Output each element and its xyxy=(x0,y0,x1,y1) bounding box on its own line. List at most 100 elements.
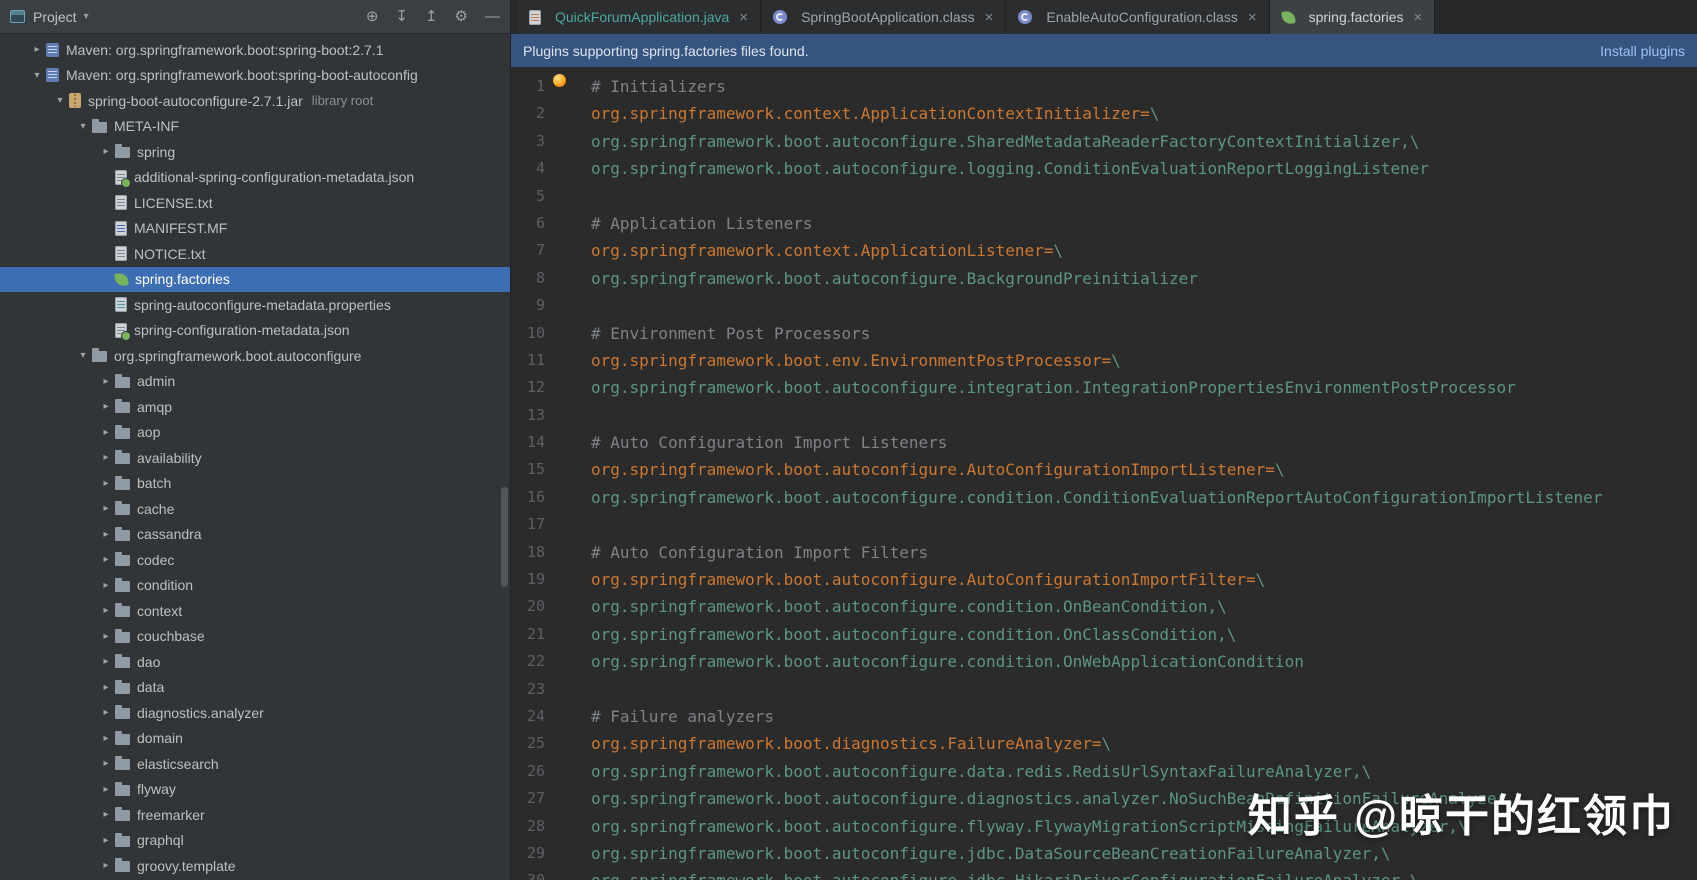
chevron-right-icon[interactable]: ▸ xyxy=(97,401,115,412)
code-line-19[interactable]: 19 org.springframework.boot.autoconfigure… xyxy=(511,566,1697,593)
tree-item-dao[interactable]: ▸ dao xyxy=(0,649,510,675)
chevron-down-icon[interactable]: ▾ xyxy=(51,95,69,106)
tree-item-spring[interactable]: ▸ spring xyxy=(0,139,510,165)
tree-item-META-INF[interactable]: ▾ META-INF xyxy=(0,114,510,140)
code-line-12[interactable]: 12 org.springframework.boot.autoconfigure… xyxy=(511,374,1697,401)
tab-spring.factories[interactable]: spring.factories × xyxy=(1269,0,1436,34)
tree-item-spring-autoconfigure-metadata.properties[interactable]: spring-autoconfigure-metadata.properties xyxy=(0,292,510,318)
chevron-right-icon[interactable]: ▸ xyxy=(97,478,115,489)
chevron-right-icon[interactable]: ▸ xyxy=(97,146,115,157)
chevron-right-icon[interactable]: ▸ xyxy=(97,554,115,565)
chevron-right-icon[interactable]: ▸ xyxy=(97,452,115,463)
code-line-16[interactable]: 16 org.springframework.boot.autoconfigure… xyxy=(511,484,1697,511)
close-icon[interactable]: × xyxy=(1248,10,1257,25)
close-icon[interactable]: × xyxy=(985,10,994,25)
code-line-5[interactable]: 5 xyxy=(511,183,1697,210)
chevron-right-icon[interactable]: ▸ xyxy=(97,707,115,718)
tree-item-LICENSE.txt[interactable]: LICENSE.txt xyxy=(0,190,510,216)
chevron-right-icon[interactable]: ▸ xyxy=(97,503,115,514)
chevron-right-icon[interactable]: ▸ xyxy=(97,784,115,795)
chevron-right-icon[interactable]: ▸ xyxy=(97,835,115,846)
code-line-30[interactable]: 30 org.springframework.boot.autoconfigure… xyxy=(511,867,1697,880)
intention-bulb-icon[interactable] xyxy=(553,74,566,87)
tree-item-data[interactable]: ▸ data xyxy=(0,675,510,701)
chevron-right-icon[interactable]: ▸ xyxy=(97,809,115,820)
chevron-right-icon[interactable]: ▸ xyxy=(97,733,115,744)
project-panel-title[interactable]: Project xyxy=(33,9,77,25)
code-line-29[interactable]: 29 org.springframework.boot.autoconfigure… xyxy=(511,840,1697,867)
collapse-all-icon[interactable]: ↥ xyxy=(425,9,438,24)
tree-item-aop[interactable]: ▸ aop xyxy=(0,420,510,446)
code-line-24[interactable]: 24 # Failure analyzers xyxy=(511,703,1697,730)
tree-item-NOTICE.txt[interactable]: NOTICE.txt xyxy=(0,241,510,267)
chevron-right-icon[interactable]: ▸ xyxy=(97,427,115,438)
chevron-right-icon[interactable]: ▸ xyxy=(97,656,115,667)
tree-item-amqp[interactable]: ▸ amqp xyxy=(0,394,510,420)
code-line-2[interactable]: 2 org.springframework.context.Application… xyxy=(511,74,1697,127)
code-line-1[interactable]: 1 # Initializers xyxy=(511,73,1697,100)
code-line-8[interactable]: 8 org.springframework.boot.autoconfigure.… xyxy=(511,265,1697,292)
tree-item-condition[interactable]: ▸ condition xyxy=(0,573,510,599)
tree-item-org.springframework.boot.autoconfigure[interactable]: ▾ org.springframework.boot.autoconfigure xyxy=(0,343,510,369)
close-icon[interactable]: × xyxy=(1414,10,1423,25)
code-line-4[interactable]: 4 org.springframework.boot.autoconfigure.… xyxy=(511,155,1697,182)
code-line-22[interactable]: 22 org.springframework.boot.autoconfigure… xyxy=(511,648,1697,675)
chevron-right-icon[interactable]: ▸ xyxy=(97,605,115,616)
tree-item-graphql[interactable]: ▸ graphql xyxy=(0,828,510,854)
install-plugins-link[interactable]: Install plugins xyxy=(1600,43,1685,59)
code-line-9[interactable]: 9 xyxy=(511,292,1697,319)
tree-item-admin[interactable]: ▸ admin xyxy=(0,369,510,395)
code-line-25[interactable]: 25 org.springframework.boot.diagnostics.F… xyxy=(511,730,1697,757)
tree-item-flyway[interactable]: ▸ flyway xyxy=(0,777,510,803)
code-line-14[interactable]: 14 # Auto Configuration Import Listeners xyxy=(511,429,1697,456)
chevron-right-icon[interactable]: ▸ xyxy=(97,376,115,387)
settings-gear-icon[interactable]: ⚙ xyxy=(455,9,468,24)
scroll-down-icon[interactable]: ↧ xyxy=(395,9,408,24)
code-line-18[interactable]: 18 # Auto Configuration Import Filters xyxy=(511,539,1697,566)
tab-EnableAutoConfiguration.class[interactable]: EnableAutoConfiguration.class × xyxy=(1006,0,1270,34)
chevron-right-icon[interactable]: ▸ xyxy=(28,44,46,55)
code-line-7[interactable]: 7 org.springframework.context.Application… xyxy=(511,237,1697,264)
code-line-3[interactable]: 3 org.springframework.boot.autoconfigure.… xyxy=(511,128,1697,155)
chevron-right-icon[interactable]: ▸ xyxy=(97,631,115,642)
code-line-23[interactable]: 23 xyxy=(511,676,1697,703)
chevron-down-icon[interactable]: ▾ xyxy=(84,11,89,22)
tree-item-codec[interactable]: ▸ codec xyxy=(0,547,510,573)
locate-file-icon[interactable]: ⊕ xyxy=(366,9,379,24)
tree-item-elasticsearch[interactable]: ▸ elasticsearch xyxy=(0,751,510,777)
tree-item-batch[interactable]: ▸ batch xyxy=(0,471,510,497)
chevron-right-icon[interactable]: ▸ xyxy=(97,580,115,591)
chevron-right-icon[interactable]: ▸ xyxy=(97,529,115,540)
tree-item-domain[interactable]: ▸ domain xyxy=(0,726,510,752)
hide-panel-icon[interactable]: — xyxy=(485,9,500,24)
code-line-11[interactable]: 11 org.springframework.boot.env.Environme… xyxy=(511,347,1697,374)
tree-item-freemarker[interactable]: ▸ freemarker xyxy=(0,802,510,828)
tree-item-Maven: org.springframework.boot:spring-boot-autoconfig[interactable]: ▾ Maven: org.springframework.boot:spring-… xyxy=(0,63,510,89)
chevron-right-icon[interactable]: ▸ xyxy=(97,758,115,769)
chevron-down-icon[interactable]: ▾ xyxy=(74,121,92,132)
tree-item-spring-boot-autoconfigure-2.7.1.jar[interactable]: ▾ spring-boot-autoconfigure-2.7.1.jar libr… xyxy=(0,88,510,114)
tree-item-cassandra[interactable]: ▸ cassandra xyxy=(0,522,510,548)
tree-item-diagnostics.analyzer[interactable]: ▸ diagnostics.analyzer xyxy=(0,700,510,726)
code-line-17[interactable]: 17 xyxy=(511,511,1697,538)
code-line-13[interactable]: 13 xyxy=(511,402,1697,429)
tree-item-additional-spring-configuration-metadata.json[interactable]: additional-spring-configuration-metadata… xyxy=(0,165,510,191)
code-line-15[interactable]: 15 org.springframework.boot.autoconfigure… xyxy=(511,456,1697,483)
code-line-10[interactable]: 10 # Environment Post Processors xyxy=(511,320,1697,347)
tree-item-Maven: org.springframework.boot:spring-boot:2.7.1[interactable]: ▸ Maven: org.springframework.boot:spring-… xyxy=(0,37,510,63)
tab-QuickForumApplication.java[interactable]: QuickForumApplication.java × xyxy=(517,0,762,34)
chevron-right-icon[interactable]: ▸ xyxy=(97,682,115,693)
tree-item-cache[interactable]: ▸ cache xyxy=(0,496,510,522)
chevron-right-icon[interactable]: ▸ xyxy=(97,860,115,871)
tab-SpringBootApplication.class[interactable]: SpringBootApplication.class × xyxy=(761,0,1007,34)
code-line-21[interactable]: 21 org.springframework.boot.autoconfigure… xyxy=(511,621,1697,648)
code-line-6[interactable]: 6 # Application Listeners xyxy=(511,210,1697,237)
tree-item-availability[interactable]: ▸ availability xyxy=(0,445,510,471)
code-line-20[interactable]: 20 org.springframework.boot.autoconfigure… xyxy=(511,593,1697,620)
tree-item-spring-configuration-metadata.json[interactable]: spring-configuration-metadata.json xyxy=(0,318,510,344)
tree-item-spring.factories[interactable]: spring.factories xyxy=(0,266,510,292)
tree-item-groovy.template[interactable]: ▸ groovy.template xyxy=(0,853,510,879)
tree-item-MANIFEST.MF[interactable]: MANIFEST.MF xyxy=(0,216,510,242)
chevron-down-icon[interactable]: ▾ xyxy=(74,350,92,361)
tree-item-couchbase[interactable]: ▸ couchbase xyxy=(0,624,510,650)
